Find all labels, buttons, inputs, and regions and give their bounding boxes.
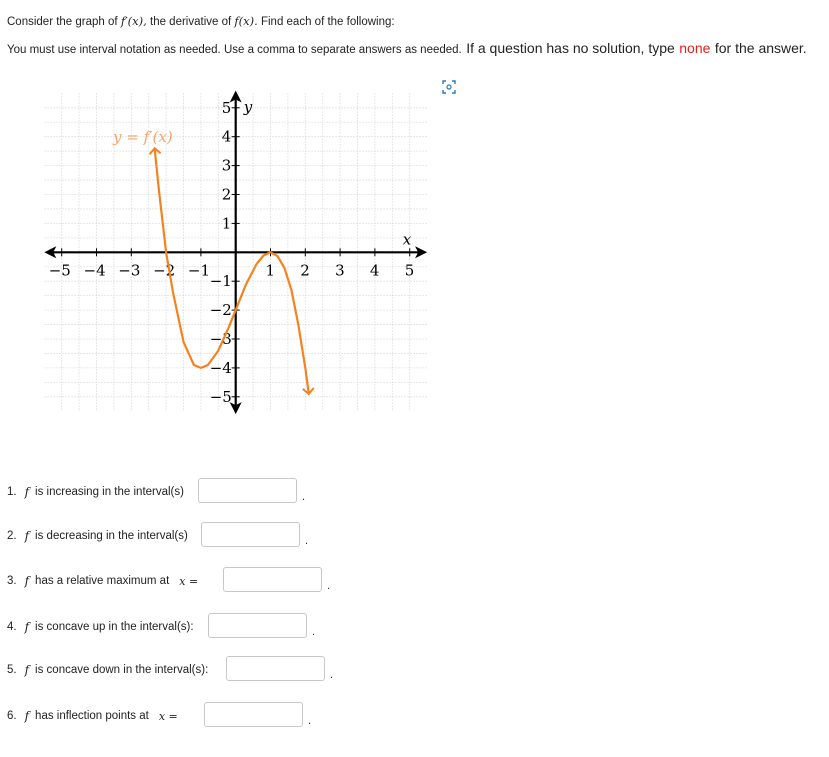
question-text: has a relative maximum at [35,575,170,587]
y-axis-label: y [243,98,253,116]
question-3: 3. f has a relative maximum at x = [7,574,198,588]
question-4: 4. f is concave up in the interval(s): [7,620,194,634]
answer-input-1[interactable] [198,478,297,503]
question-2: 2. f is decreasing in the interval(s) [7,529,188,543]
question-1: 1. f is increasing in the interval(s) [7,485,184,499]
answer-suffix: . [327,580,331,592]
question-number: 2. [7,530,17,542]
answer-input-5[interactable] [226,656,325,681]
question-x-equals: x = [158,709,178,723]
y-tick-label: −2 [210,301,232,319]
question-number: 5. [7,664,17,676]
question-f: f [24,574,30,588]
question-text: is concave up in the interval(s): [35,621,194,633]
x-tick-label: 2 [300,261,310,279]
answer-input-3[interactable] [223,567,322,592]
answer-suffix: . [308,715,312,727]
question-text: has inflection points at [35,710,149,722]
x-tick-label: 1 [266,261,276,279]
x-tick-label: 3 [335,261,345,279]
question-number: 6. [7,710,17,722]
question-text: is concave down in the interval(s): [35,664,209,676]
curve-label: y = f′(x) [112,128,173,146]
y-tick-label: 5 [222,99,232,117]
question-number: 4. [7,621,17,633]
y-tick-label: −4 [210,359,232,377]
x-axis-label: x [403,230,412,248]
answer-suffix: . [305,535,309,547]
question-text: is increasing in the interval(s) [35,486,184,498]
f-prime-curve [153,148,310,395]
x-tick-label: −3 [118,261,140,279]
answer-suffix: . [302,491,306,503]
question-f: f [24,663,30,677]
question-f: f [24,529,30,543]
y-tick-label: 4 [222,128,232,146]
answer-input-2[interactable] [201,522,300,547]
question-f: f [24,709,30,723]
x-tick-label: −5 [49,261,71,279]
y-tick-label: 1 [222,214,232,232]
derivative-graph: −5 −4 −3 −2 −1 1 2 3 4 554321−1−2−3−4−5yxy = f′(x… [44,90,428,415]
x-tick-label: −1 [188,261,210,279]
question-number: 3. [7,575,17,587]
y-tick-label: −1 [210,272,232,290]
y-tick-label: −5 [210,388,232,406]
x-tick-label: −2 [153,261,175,279]
x-tick-label: 4 [370,261,380,279]
question-6: 6. f has inflection points at x = [7,709,178,723]
question-f: f [24,620,30,634]
x-tick-label: −4 [84,261,106,279]
answer-suffix: . [312,626,316,638]
question-f: f [24,485,30,499]
question-5: 5. f is concave down in the interval(s): [7,663,208,677]
answer-input-4[interactable] [208,613,307,638]
question-text: is decreasing in the interval(s) [35,530,188,542]
answer-input-6[interactable] [204,702,303,727]
question-number: 1. [7,486,17,498]
y-tick-label: 3 [222,157,232,175]
y-tick-label: 2 [222,186,232,204]
question-x-equals: x = [179,574,199,588]
x-tick-label: 5 [405,261,415,279]
answer-suffix: . [330,669,334,681]
